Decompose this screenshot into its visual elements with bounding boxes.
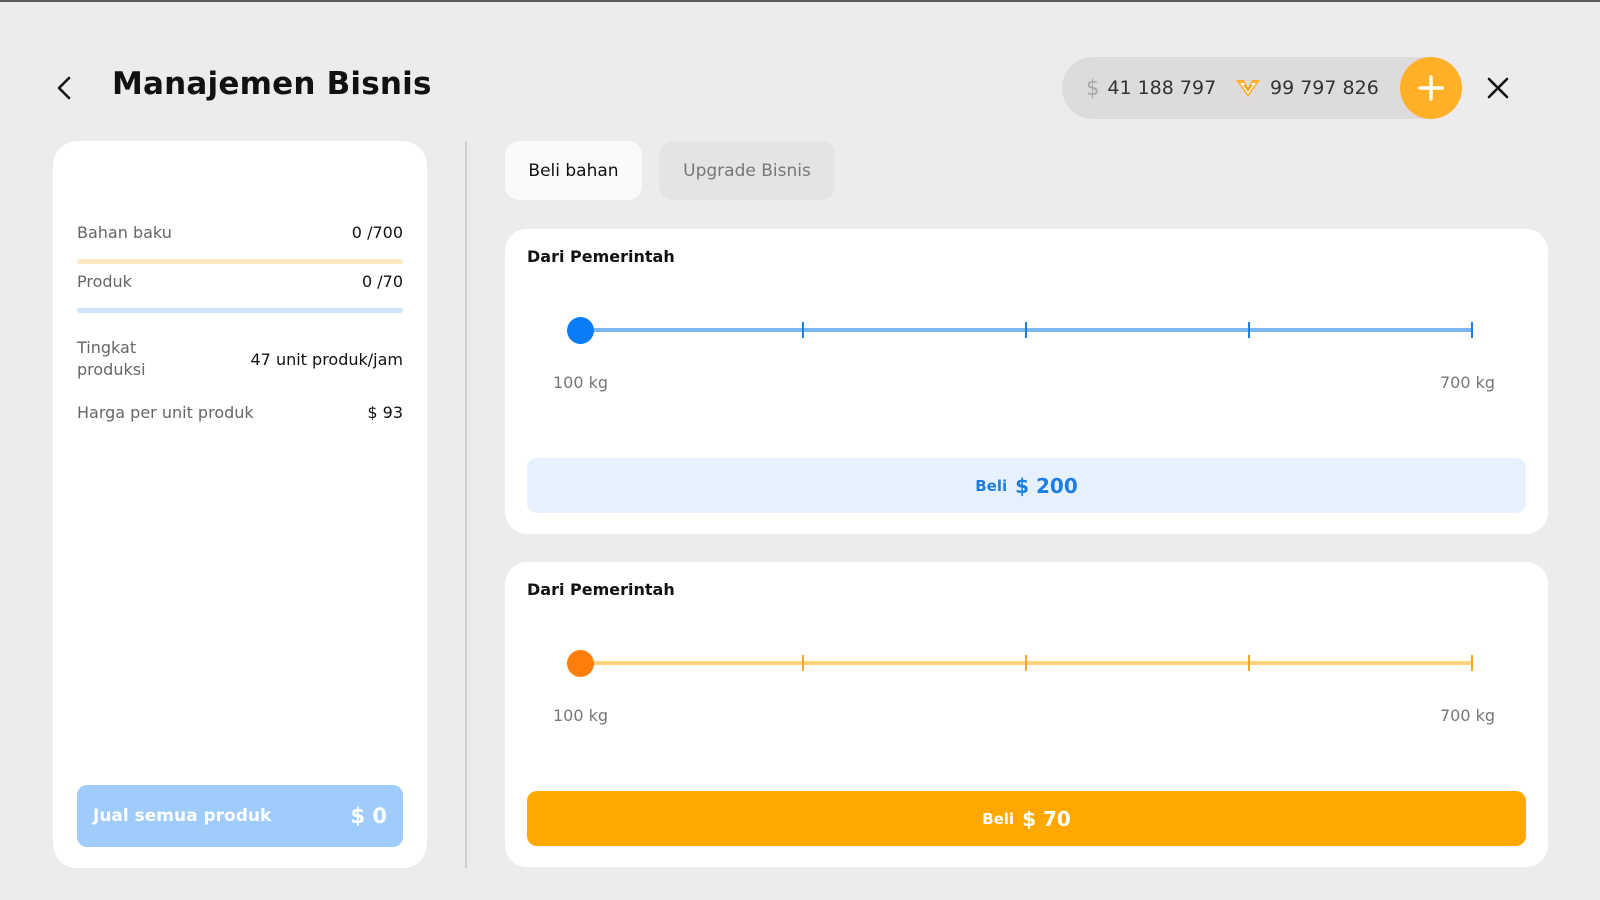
unit-price-label: Harga per unit produk (77, 403, 254, 422)
buy-label: Beli (982, 809, 1015, 828)
add-currency-button[interactable] (1400, 57, 1462, 119)
gold-value: 99 797 826 (1270, 77, 1379, 99)
dollar-icon: $ (1086, 76, 1100, 100)
slider-tick (1471, 655, 1473, 671)
slider-tick (1248, 322, 1250, 338)
unit-price-value: $ 93 (367, 403, 403, 422)
unit-price-row: Harga per unit produk $ 93 (77, 403, 403, 422)
slider-max-label: 700 kg (1440, 373, 1496, 392)
slider-tick (1025, 655, 1027, 671)
production-rate-row: Tingkat produksi 47 unit produk/jam (77, 337, 403, 381)
close-icon (1487, 77, 1509, 99)
buy-price: $ 200 (1015, 473, 1078, 498)
sell-all-amount: $ 0 (350, 804, 387, 828)
slider-tick (1248, 655, 1250, 671)
panel-divider (465, 141, 467, 868)
gold-coin-icon (1236, 80, 1260, 97)
raw-material-progress (77, 259, 403, 264)
close-button[interactable] (1480, 70, 1516, 106)
slider-tick (802, 655, 804, 671)
back-button[interactable] (48, 70, 80, 106)
slider-tick (1025, 322, 1027, 338)
slider-max-label: 700 kg (1440, 706, 1496, 725)
tab-buy-materials[interactable]: Beli bahan (505, 141, 642, 200)
plus-icon (1418, 75, 1444, 101)
quantity-slider-handle[interactable] (567, 650, 594, 677)
product-label: Produk (77, 272, 132, 291)
slider-min-label: 100 kg (553, 373, 609, 392)
sell-all-label: Jual semua produk (93, 806, 272, 826)
product-value: 0 /70 (361, 272, 403, 291)
quantity-slider-handle[interactable] (567, 317, 594, 344)
sell-all-products-button[interactable]: Jual semua produk $ 0 (77, 785, 403, 847)
buy-price: $ 70 (1022, 806, 1071, 831)
gold-balance: 99 797 826 (1234, 57, 1379, 119)
slider-tick (802, 322, 804, 338)
page-title: Manajemen Bisnis (112, 66, 432, 102)
purchase-card-gold: Dari Pemerintah 100 kg 700 kg Beli $ 70 (505, 562, 1548, 867)
purchase-card-cash: Dari Pemerintah 100 kg 700 kg Beli $ 200 (505, 229, 1548, 534)
business-stats-panel: Bahan baku 0 /700 Produk 0 /70 Tingkat p… (53, 141, 427, 868)
card-title: Dari Pemerintah (527, 247, 675, 266)
product-progress (77, 308, 403, 313)
product-row: Produk 0 /70 (77, 272, 403, 291)
buy-label: Beli (975, 476, 1008, 495)
raw-material-label: Bahan baku (77, 223, 172, 242)
cash-value: 41 188 797 (1107, 77, 1217, 99)
raw-material-value: 0 /700 (351, 223, 403, 242)
production-rate-value: 47 unit produk/jam (250, 349, 404, 369)
raw-material-row: Bahan baku 0 /700 (77, 223, 403, 242)
slider-tick (1471, 322, 1473, 338)
production-rate-label: Tingkat produksi (77, 338, 146, 379)
card-title: Dari Pemerintah (527, 580, 675, 599)
chevron-left-icon (57, 76, 71, 100)
tab-upgrade-business[interactable]: Upgrade Bisnis (659, 141, 835, 200)
buy-button[interactable]: Beli $ 200 (527, 458, 1526, 513)
buy-button[interactable]: Beli $ 70 (527, 791, 1526, 846)
cash-balance: $ 41 188 797 (1086, 57, 1216, 119)
window-top-border (0, 0, 1600, 2)
slider-min-label: 100 kg (553, 706, 609, 725)
